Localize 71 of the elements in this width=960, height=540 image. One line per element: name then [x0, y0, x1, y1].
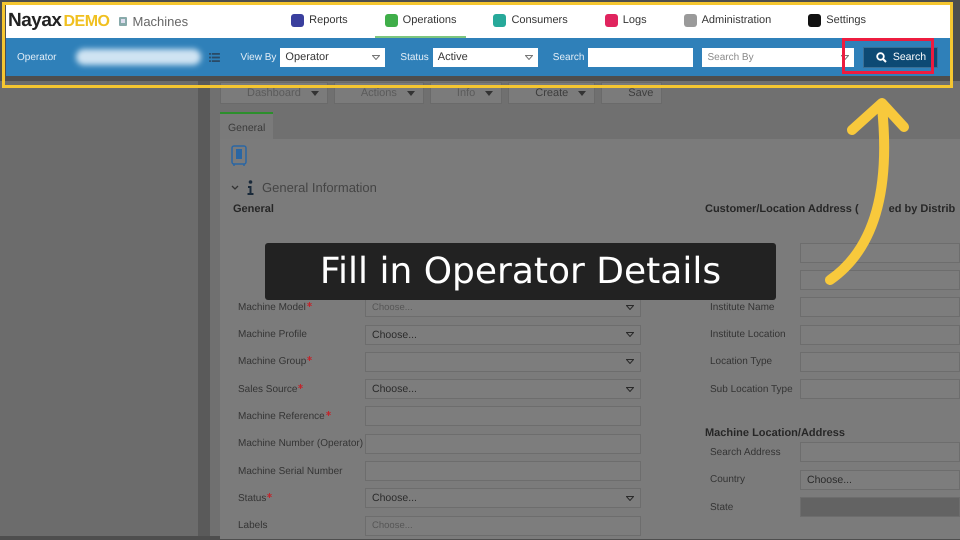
- field-label: Machine Number (Operator): [237, 438, 364, 450]
- search-button[interactable]: Search: [863, 46, 938, 68]
- field-label: Search: [552, 52, 584, 62]
- collapse-icon[interactable]: [231, 185, 239, 190]
- field-label: State: [709, 502, 734, 513]
- field-label: Institute Location: [709, 329, 787, 340]
- nav-tab[interactable]: Logs: [594, 4, 657, 38]
- nav-tab[interactable]: Settings: [798, 4, 876, 38]
- select-field[interactable]: Choose...: [365, 324, 641, 345]
- field-label: Sales Source: [233, 384, 365, 395]
- list-icon[interactable]: [209, 52, 220, 62]
- nav-tab[interactable]: Consumers: [483, 4, 578, 38]
- info-icon: [247, 180, 254, 195]
- field-label: Machine Group: [233, 356, 365, 368]
- field-label: Search Address: [709, 446, 782, 458]
- view-by-select[interactable]: Operator: [280, 48, 386, 66]
- field-label: Labels: [237, 520, 268, 532]
- required-icon: [267, 492, 272, 498]
- caret-icon: [626, 359, 634, 364]
- required-icon: [298, 384, 304, 389]
- caret-icon: [310, 90, 319, 96]
- search-field[interactable]: [588, 48, 694, 66]
- page-title: Machines: [132, 14, 188, 28]
- nav-tab[interactable]: Administration: [674, 4, 782, 38]
- field-label: Status: [233, 492, 365, 504]
- machine-icon: [118, 16, 128, 26]
- select-field[interactable]: Choose...: [365, 488, 641, 508]
- operator-field[interactable]: [76, 49, 202, 65]
- caret-icon: [372, 54, 380, 60]
- field-label: Machine Model: [233, 302, 365, 313]
- field-label: Location Type: [709, 356, 774, 368]
- caret-icon: [578, 90, 586, 96]
- group-heading: ed by Distrib: [888, 203, 956, 217]
- caret-icon: [626, 332, 634, 338]
- sidebar-splitter[interactable]: [198, 81, 210, 536]
- group-heading: General: [233, 203, 275, 217]
- field-label: Status: [400, 52, 429, 62]
- field-label: Country: [709, 474, 746, 486]
- field-label: Sub Location Type: [709, 384, 794, 395]
- caret-icon: [626, 496, 634, 501]
- tab[interactable]: General: [220, 112, 274, 139]
- search-by-select[interactable]: Search By: [702, 48, 854, 66]
- field-label: Operator: [17, 52, 56, 62]
- section-title: General Information: [262, 180, 377, 195]
- required-icon: [326, 410, 331, 416]
- caret-icon: [626, 304, 634, 310]
- caret-icon: [626, 386, 634, 392]
- required-icon: [306, 302, 312, 307]
- input-field[interactable]: Choose...: [800, 470, 960, 490]
- machine-icon: [231, 145, 247, 167]
- group-heading: Customer/Location Address (: [705, 203, 859, 217]
- input-field[interactable]: [800, 270, 960, 290]
- caret-icon: [524, 54, 533, 60]
- search-icon: [876, 52, 887, 62]
- field-label: Machine Serial Number: [237, 466, 344, 477]
- brand-logo: NayaxDEMO: [8, 10, 110, 32]
- field-label: View By: [240, 52, 276, 62]
- status-select[interactable]: Active: [432, 48, 538, 66]
- caret-icon: [485, 90, 494, 96]
- select-field[interactable]: [365, 352, 641, 372]
- group-heading: Machine Location/Address: [705, 426, 846, 439]
- select-field[interactable]: Choose...: [365, 379, 641, 400]
- field-label: Machine Reference: [233, 410, 365, 422]
- caret-icon: [841, 54, 850, 60]
- required-icon: [307, 356, 312, 362]
- nav-tab[interactable]: Reports: [281, 4, 358, 38]
- caret-icon: [406, 90, 415, 96]
- field-label: Machine Profile: [237, 329, 308, 340]
- input-field[interactable]: [800, 242, 960, 263]
- field-label: Institute Name: [709, 302, 776, 313]
- caption-tooltip: Fill in Operator Details: [265, 243, 776, 300]
